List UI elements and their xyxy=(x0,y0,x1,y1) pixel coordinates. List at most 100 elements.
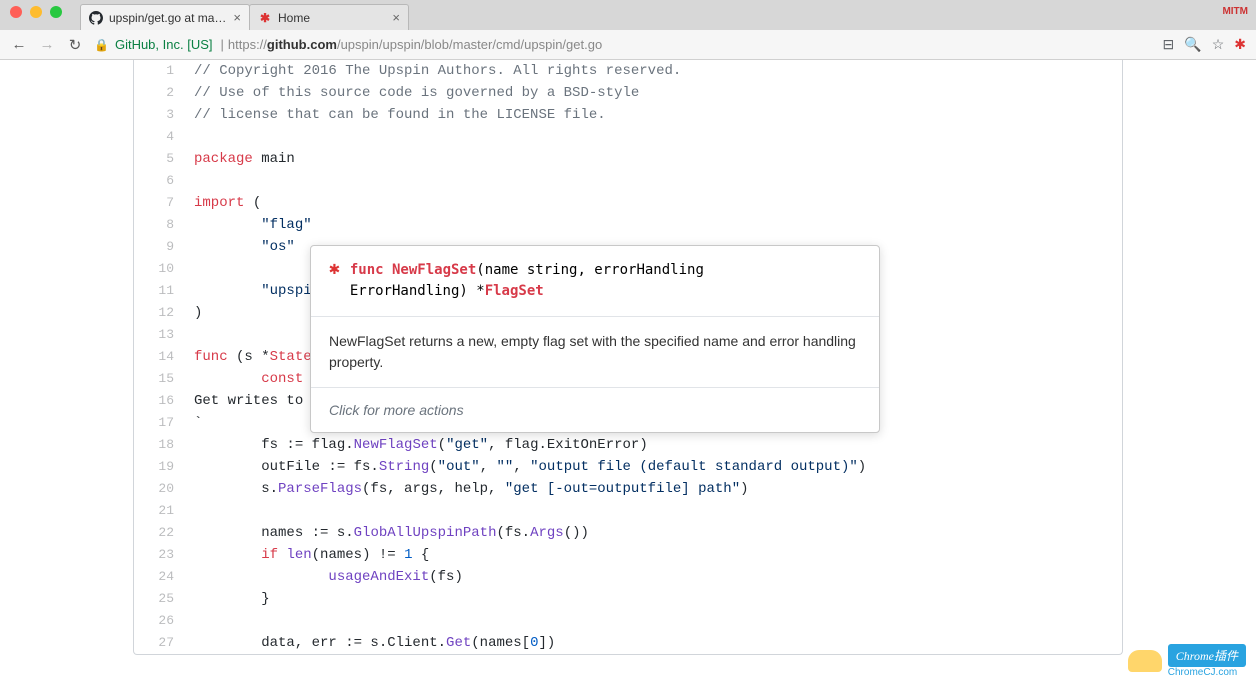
line-content[interactable]: fs := flag.NewFlagSet("get", flag.ExitOn… xyxy=(184,434,1122,456)
line-number[interactable]: 24 xyxy=(134,566,184,588)
line-number[interactable]: 22 xyxy=(134,522,184,544)
line-number[interactable]: 15 xyxy=(134,368,184,390)
line-content[interactable]: "flag" xyxy=(184,214,1122,236)
line-number[interactable]: 25 xyxy=(134,588,184,610)
line-content[interactable]: names := s.GlobAllUpspinPath(fs.Args()) xyxy=(184,522,1122,544)
line-content[interactable]: outFile := fs.String("out", "", "output … xyxy=(184,456,1122,478)
line-number[interactable]: 12 xyxy=(134,302,184,324)
popover-description: NewFlagSet returns a new, empty flag set… xyxy=(311,316,879,387)
line-content[interactable]: package main xyxy=(184,148,1122,170)
code-line[interactable]: 4 xyxy=(134,126,1122,148)
line-content[interactable] xyxy=(184,126,1122,148)
url-separator: | xyxy=(221,37,224,52)
line-number[interactable]: 7 xyxy=(134,192,184,214)
popover-signature: ✱ func NewFlagSet(name string, errorHand… xyxy=(311,246,879,316)
code-line[interactable]: 1// Copyright 2016 The Upspin Authors. A… xyxy=(134,60,1122,82)
line-number[interactable]: 3 xyxy=(134,104,184,126)
search-icon[interactable]: 🔍 xyxy=(1184,36,1201,53)
signature-text: func NewFlagSet(name string, errorHandli… xyxy=(350,260,704,302)
mitm-badge: MITM xyxy=(1222,6,1248,17)
extension-icon[interactable]: ✱ xyxy=(1234,36,1246,53)
line-content[interactable]: // Use of this source code is governed b… xyxy=(184,82,1122,104)
line-number[interactable]: 27 xyxy=(134,632,184,654)
line-number[interactable]: 23 xyxy=(134,544,184,566)
line-number[interactable]: 9 xyxy=(134,236,184,258)
mac-close-button[interactable] xyxy=(10,6,22,18)
lock-icon: 🔒 xyxy=(94,38,109,52)
browser-tab-home[interactable]: ✱ Home × xyxy=(249,4,409,30)
mac-minimize-button[interactable] xyxy=(30,6,42,18)
symbol-hover-popover: ✱ func NewFlagSet(name string, errorHand… xyxy=(310,245,880,433)
mac-zoom-button[interactable] xyxy=(50,6,62,18)
code-line[interactable]: 23 if len(names) != 1 { xyxy=(134,544,1122,566)
popover-more-actions[interactable]: Click for more actions xyxy=(311,387,879,432)
line-number[interactable]: 20 xyxy=(134,478,184,500)
bookmark-star-icon[interactable]: ☆ xyxy=(1212,36,1225,53)
back-button[interactable]: ← xyxy=(10,36,28,54)
line-number[interactable]: 5 xyxy=(134,148,184,170)
code-line[interactable]: 25 } xyxy=(134,588,1122,610)
line-number[interactable]: 26 xyxy=(134,610,184,632)
line-content[interactable]: } xyxy=(184,588,1122,610)
code-line[interactable]: 27 data, err := s.Client.Get(names[0]) xyxy=(134,632,1122,654)
browser-toolbar: ← → ↻ 🔒 GitHub, Inc. [US] | https://gith… xyxy=(0,30,1256,60)
code-line[interactable]: 6 xyxy=(134,170,1122,192)
line-number[interactable]: 11 xyxy=(134,280,184,302)
line-number[interactable]: 1 xyxy=(134,60,184,82)
watermark-url: ChromeCJ.com xyxy=(1168,667,1237,678)
code-line[interactable]: 20 s.ParseFlags(fs, args, help, "get [-o… xyxy=(134,478,1122,500)
code-line[interactable]: 19 outFile := fs.String("out", "", "outp… xyxy=(134,456,1122,478)
forward-button[interactable]: → xyxy=(38,36,56,54)
line-number[interactable]: 8 xyxy=(134,214,184,236)
line-content[interactable]: data, err := s.Client.Get(names[0]) xyxy=(184,632,1122,654)
line-number[interactable]: 16 xyxy=(134,390,184,412)
asterisk-icon: ✱ xyxy=(329,260,340,278)
browser-tab-strip: upspin/get.go at master · ups × ✱ Home × xyxy=(0,0,1256,30)
tab-close-icon[interactable]: × xyxy=(392,10,400,25)
line-content[interactable]: if len(names) != 1 { xyxy=(184,544,1122,566)
code-line[interactable]: 2// Use of this source code is governed … xyxy=(134,82,1122,104)
watermark: Chrome插件 ChromeCJ.com xyxy=(1128,644,1246,678)
address-bar[interactable]: 🔒 GitHub, Inc. [US] | https://github.com… xyxy=(94,37,1153,52)
reader-icon[interactable]: ⊟ xyxy=(1163,36,1175,53)
line-number[interactable]: 19 xyxy=(134,456,184,478)
line-number[interactable]: 2 xyxy=(134,82,184,104)
line-content[interactable]: import ( xyxy=(184,192,1122,214)
line-number[interactable]: 10 xyxy=(134,258,184,280)
code-line[interactable]: 21 xyxy=(134,500,1122,522)
tab-title: upspin/get.go at master · ups xyxy=(109,11,229,25)
line-content[interactable] xyxy=(184,500,1122,522)
line-content[interactable]: // Copyright 2016 The Upspin Authors. Al… xyxy=(184,60,1122,82)
line-content[interactable] xyxy=(184,170,1122,192)
ev-cert-name: GitHub, Inc. [US] xyxy=(115,37,213,52)
code-line[interactable]: 22 names := s.GlobAllUpspinPath(fs.Args(… xyxy=(134,522,1122,544)
reload-button[interactable]: ↻ xyxy=(66,36,84,54)
tab-title: Home xyxy=(278,11,388,25)
code-line[interactable]: 26 xyxy=(134,610,1122,632)
code-line[interactable]: 24 usageAndExit(fs) xyxy=(134,566,1122,588)
line-number[interactable]: 6 xyxy=(134,170,184,192)
line-content[interactable]: s.ParseFlags(fs, args, help, "get [-out=… xyxy=(184,478,1122,500)
mac-window-controls xyxy=(10,6,62,18)
code-line[interactable]: 8 "flag" xyxy=(134,214,1122,236)
line-number[interactable]: 17 xyxy=(134,412,184,434)
code-line[interactable]: 7import ( xyxy=(134,192,1122,214)
code-line[interactable]: 18 fs := flag.NewFlagSet("get", flag.Exi… xyxy=(134,434,1122,456)
line-number[interactable]: 14 xyxy=(134,346,184,368)
snail-icon xyxy=(1128,650,1162,672)
github-icon xyxy=(89,11,103,25)
line-number[interactable]: 18 xyxy=(134,434,184,456)
line-content[interactable]: // license that can be found in the LICE… xyxy=(184,104,1122,126)
line-number[interactable]: 13 xyxy=(134,324,184,346)
watermark-label: Chrome插件 xyxy=(1168,644,1246,667)
line-number[interactable]: 21 xyxy=(134,500,184,522)
line-content[interactable] xyxy=(184,610,1122,632)
line-number[interactable]: 4 xyxy=(134,126,184,148)
line-content[interactable]: usageAndExit(fs) xyxy=(184,566,1122,588)
url-text: https://github.com/upspin/upspin/blob/ma… xyxy=(228,37,602,52)
tab-close-icon[interactable]: × xyxy=(233,10,241,25)
browser-tab-github[interactable]: upspin/get.go at master · ups × xyxy=(80,4,250,30)
asterisk-icon: ✱ xyxy=(258,11,272,25)
code-line[interactable]: 3// license that can be found in the LIC… xyxy=(134,104,1122,126)
code-line[interactable]: 5package main xyxy=(134,148,1122,170)
